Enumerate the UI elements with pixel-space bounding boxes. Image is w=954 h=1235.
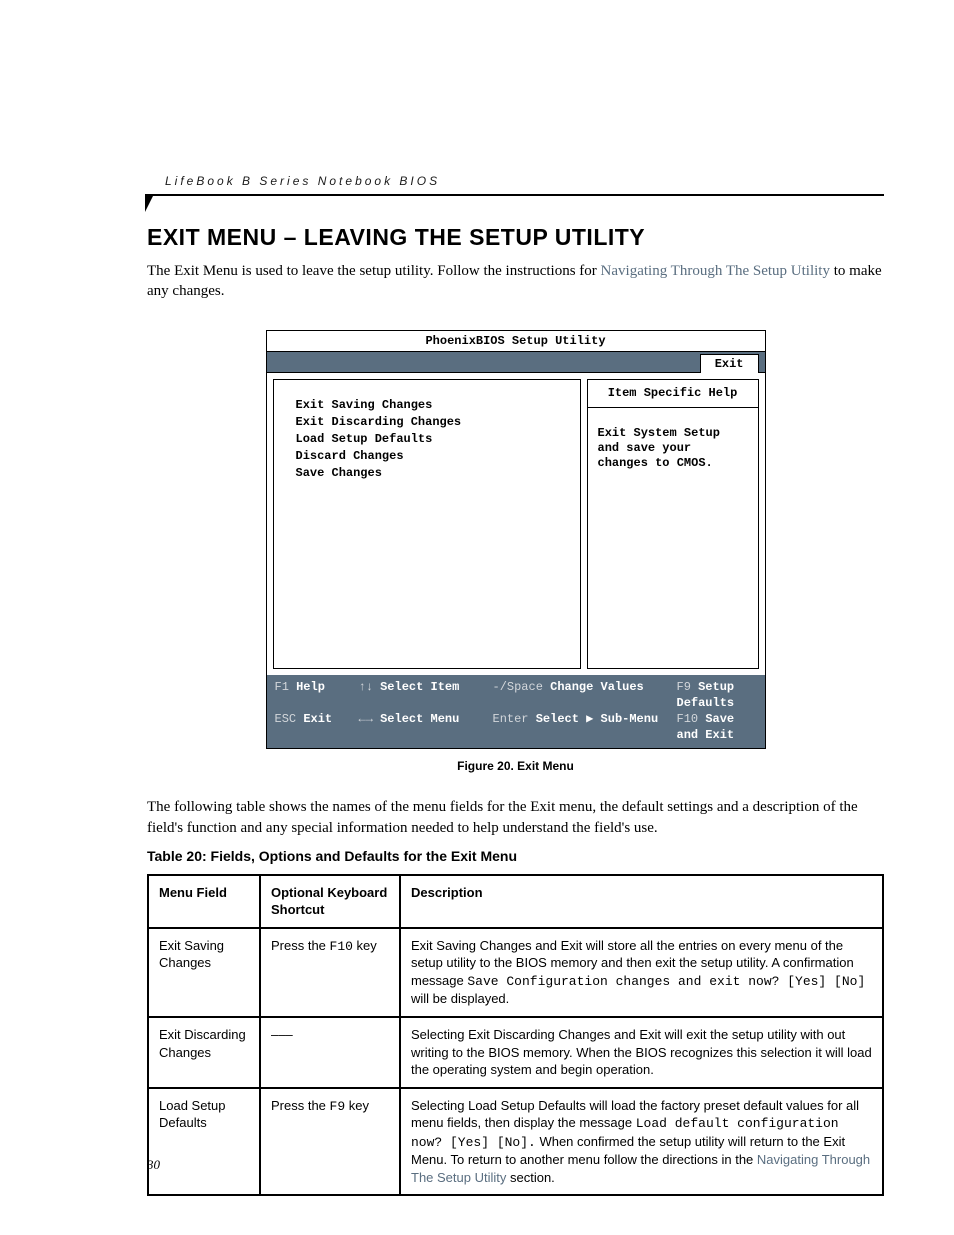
cell-field: Load Setup Defaults: [148, 1088, 260, 1196]
bios-menu-item[interactable]: Discard Changes: [296, 449, 572, 464]
key-label: F10: [677, 712, 699, 726]
page-number: 30: [147, 1157, 160, 1173]
bios-menu-item[interactable]: Load Setup Defaults: [296, 432, 572, 447]
table-header-row: Menu Field Optional Keyboard Shortcut De…: [148, 875, 883, 928]
table-row: Exit Saving Changes Press the F10 key Ex…: [148, 928, 883, 1017]
triangle-icon: [145, 194, 154, 212]
cell-field: Exit Discarding Changes: [148, 1017, 260, 1088]
key-action: Select Menu: [380, 712, 459, 726]
table-row: Load Setup Defaults Press the F9 key Sel…: [148, 1088, 883, 1196]
key-label: Enter: [493, 712, 529, 726]
bios-menu-item[interactable]: Exit Saving Changes: [296, 398, 572, 413]
table-caption: Table 20: Fields, Options and Defaults f…: [147, 848, 884, 864]
intro-xref[interactable]: Navigating Through The Setup Utility: [601, 263, 830, 279]
key-action: Help: [296, 680, 325, 694]
key-label: -/Space: [493, 680, 543, 694]
bios-footer: F1 Help ↑↓ Select Item -/Space Change Va…: [267, 675, 765, 749]
bios-tab-exit[interactable]: Exit: [700, 354, 759, 373]
bios-help-body: Exit System Setup and save your changes …: [587, 408, 759, 669]
intro-paragraph: The Exit Menu is used to leave the setup…: [147, 261, 884, 302]
bios-help-header: Item Specific Help: [587, 379, 759, 408]
key-label: F9: [677, 680, 691, 694]
key-action: Select ▶ Sub-Menu: [536, 712, 658, 726]
cell-shortcut: –––: [260, 1017, 400, 1088]
key-label: F1: [275, 680, 289, 694]
cell-description: Selecting Exit Discarding Changes and Ex…: [400, 1017, 883, 1088]
key-action: Exit: [303, 712, 332, 726]
key-action: Select Item: [380, 680, 459, 694]
bios-menu-item[interactable]: Exit Discarding Changes: [296, 415, 572, 430]
bios-window-title: PhoenixBIOS Setup Utility: [267, 331, 765, 351]
col-header: Optional Keyboard Shortcut: [260, 875, 400, 928]
col-header: Description: [400, 875, 883, 928]
key-label: ↑↓: [359, 680, 373, 694]
table-intro-paragraph: The following table shows the names of t…: [147, 797, 884, 838]
bios-menu-item[interactable]: Save Changes: [296, 466, 572, 481]
key-label: ←→: [359, 712, 373, 726]
running-head-text: LifeBook B Series Notebook BIOS: [147, 170, 884, 194]
fields-table: Menu Field Optional Keyboard Shortcut De…: [147, 874, 884, 1197]
figure-caption: Figure 20. Exit Menu: [147, 759, 884, 773]
intro-text-a: The Exit Menu is used to leave the setup…: [147, 263, 601, 279]
page-title: EXIT MENU – LEAVING THE SETUP UTILITY: [147, 224, 884, 251]
key-label: ESC: [275, 712, 297, 726]
col-header: Menu Field: [148, 875, 260, 928]
cell-shortcut: Press the F9 key: [260, 1088, 400, 1196]
key-action: Change Values: [550, 680, 644, 694]
running-head: LifeBook B Series Notebook BIOS: [147, 170, 884, 196]
bios-menu-panel: Exit Saving Changes Exit Discarding Chan…: [273, 379, 581, 669]
cell-shortcut: Press the F10 key: [260, 928, 400, 1017]
cell-description: Selecting Load Setup Defaults will load …: [400, 1088, 883, 1196]
cell-field: Exit Saving Changes: [148, 928, 260, 1017]
bios-tab-bar: Exit: [267, 351, 765, 372]
cell-description: Exit Saving Changes and Exit will store …: [400, 928, 883, 1017]
bios-figure: PhoenixBIOS Setup Utility Exit Exit Savi…: [266, 330, 766, 750]
table-row: Exit Discarding Changes ––– Selecting Ex…: [148, 1017, 883, 1088]
